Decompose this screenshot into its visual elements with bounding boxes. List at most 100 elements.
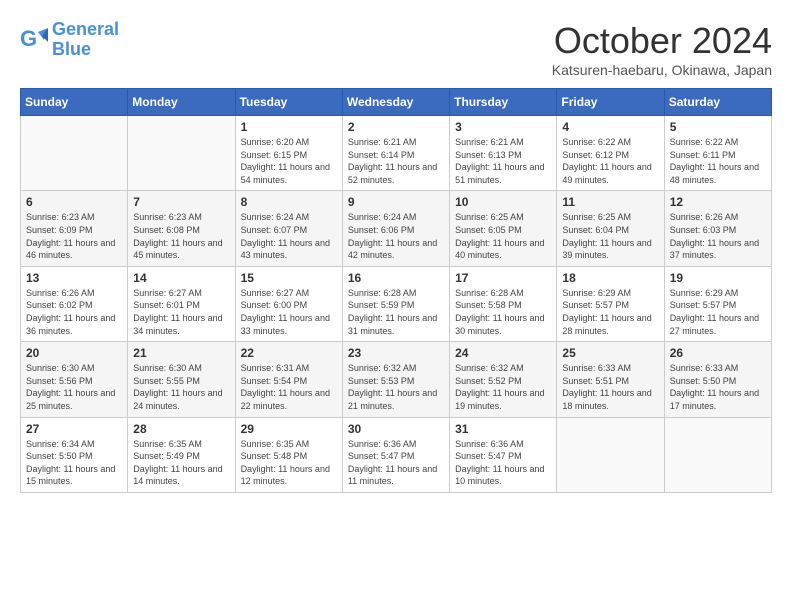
week-row-3: 13 Sunrise: 6:26 AM Sunset: 6:02 PM Dayli… (21, 266, 772, 341)
calendar-cell: 30Sunrise: 6:36 AM Sunset: 5:47 PM Dayli… (342, 417, 449, 492)
day-number: 8 (241, 195, 337, 209)
calendar-cell: 13 Sunrise: 6:26 AM Sunset: 6:02 PM Dayli… (21, 266, 128, 341)
calendar-cell (557, 417, 664, 492)
day-info: Sunrise: 6:29 AM Sunset: 5:57 PM Dayligh… (670, 287, 766, 337)
day-number: 13 (26, 271, 122, 285)
calendar-cell: 27Sunrise: 6:34 AM Sunset: 5:50 PM Dayli… (21, 417, 128, 492)
day-info: Sunrise: 6:23 AM Sunset: 6:09 PM Dayligh… (26, 211, 122, 261)
calendar-cell: 17Sunrise: 6:28 AM Sunset: 5:58 PM Dayli… (450, 266, 557, 341)
calendar-cell: 9 Sunrise: 6:24 AM Sunset: 6:06 PM Daylig… (342, 191, 449, 266)
calendar-cell: 2Sunrise: 6:21 AM Sunset: 6:14 PM Daylig… (342, 116, 449, 191)
day-number: 5 (670, 120, 766, 134)
day-info: Sunrise: 6:23 AM Sunset: 6:08 PM Dayligh… (133, 211, 229, 261)
column-header-thursday: Thursday (450, 89, 557, 116)
calendar-cell: 31Sunrise: 6:36 AM Sunset: 5:47 PM Dayli… (450, 417, 557, 492)
day-number: 15 (241, 271, 337, 285)
day-info: Sunrise: 6:28 AM Sunset: 5:59 PM Dayligh… (348, 287, 444, 337)
day-number: 9 (348, 195, 444, 209)
day-info: Sunrise: 6:33 AM Sunset: 5:51 PM Dayligh… (562, 362, 658, 412)
day-number: 29 (241, 422, 337, 436)
column-header-friday: Friday (557, 89, 664, 116)
calendar-cell: 15 Sunrise: 6:27 AM Sunset: 6:00 PM Dayli… (235, 266, 342, 341)
day-info: Sunrise: 6:30 AM Sunset: 5:55 PM Dayligh… (133, 362, 229, 412)
calendar-cell: 25 Sunrise: 6:33 AM Sunset: 5:51 PM Dayli… (557, 342, 664, 417)
column-header-tuesday: Tuesday (235, 89, 342, 116)
calendar-cell: 21 Sunrise: 6:30 AM Sunset: 5:55 PM Dayli… (128, 342, 235, 417)
calendar-cell: 11Sunrise: 6:25 AM Sunset: 6:04 PM Dayli… (557, 191, 664, 266)
calendar-cell: 16 Sunrise: 6:28 AM Sunset: 5:59 PM Dayli… (342, 266, 449, 341)
calendar-cell (664, 417, 771, 492)
calendar-cell: 19 Sunrise: 6:29 AM Sunset: 5:57 PM Dayli… (664, 266, 771, 341)
logo-text: General Blue (52, 20, 119, 60)
calendar-body: 1Sunrise: 6:20 AM Sunset: 6:15 PM Daylig… (21, 116, 772, 493)
day-info: Sunrise: 6:27 AM Sunset: 6:01 PM Dayligh… (133, 287, 229, 337)
day-number: 31 (455, 422, 551, 436)
week-row-1: 1Sunrise: 6:20 AM Sunset: 6:15 PM Daylig… (21, 116, 772, 191)
day-info: Sunrise: 6:24 AM Sunset: 6:06 PM Dayligh… (348, 211, 444, 261)
day-number: 2 (348, 120, 444, 134)
calendar-cell: 6 Sunrise: 6:23 AM Sunset: 6:09 PM Daylig… (21, 191, 128, 266)
day-number: 1 (241, 120, 337, 134)
day-number: 18 (562, 271, 658, 285)
calendar-table: SundayMondayTuesdayWednesdayThursdayFrid… (20, 88, 772, 493)
header-row: SundayMondayTuesdayWednesdayThursdayFrid… (21, 89, 772, 116)
day-info: Sunrise: 6:35 AM Sunset: 5:48 PM Dayligh… (241, 438, 337, 488)
day-number: 21 (133, 346, 229, 360)
day-number: 25 (562, 346, 658, 360)
day-info: Sunrise: 6:21 AM Sunset: 6:13 PM Dayligh… (455, 136, 551, 186)
day-number: 10 (455, 195, 551, 209)
logo-icon: G (20, 26, 48, 54)
calendar-cell: 3 Sunrise: 6:21 AM Sunset: 6:13 PM Daylig… (450, 116, 557, 191)
calendar-cell: 20Sunrise: 6:30 AM Sunset: 5:56 PM Dayli… (21, 342, 128, 417)
day-number: 3 (455, 120, 551, 134)
column-header-saturday: Saturday (664, 89, 771, 116)
day-number: 30 (348, 422, 444, 436)
day-info: Sunrise: 6:26 AM Sunset: 6:02 PM Dayligh… (26, 287, 122, 337)
column-header-sunday: Sunday (21, 89, 128, 116)
day-number: 27 (26, 422, 122, 436)
day-number: 17 (455, 271, 551, 285)
day-info: Sunrise: 6:29 AM Sunset: 5:57 PM Dayligh… (562, 287, 658, 337)
day-info: Sunrise: 6:35 AM Sunset: 5:49 PM Dayligh… (133, 438, 229, 488)
calendar-cell: 22 Sunrise: 6:31 AM Sunset: 5:54 PM Dayli… (235, 342, 342, 417)
title-block: October 2024 Katsuren-haebaru, Okinawa, … (552, 20, 772, 78)
week-row-5: 27Sunrise: 6:34 AM Sunset: 5:50 PM Dayli… (21, 417, 772, 492)
calendar-cell (128, 116, 235, 191)
day-info: Sunrise: 6:25 AM Sunset: 6:04 PM Dayligh… (562, 211, 658, 261)
calendar-cell: 10 Sunrise: 6:25 AM Sunset: 6:05 PM Dayli… (450, 191, 557, 266)
calendar-cell: 4 Sunrise: 6:22 AM Sunset: 6:12 PM Daylig… (557, 116, 664, 191)
calendar-cell: 1Sunrise: 6:20 AM Sunset: 6:15 PM Daylig… (235, 116, 342, 191)
day-number: 19 (670, 271, 766, 285)
week-row-2: 6 Sunrise: 6:23 AM Sunset: 6:09 PM Daylig… (21, 191, 772, 266)
day-number: 16 (348, 271, 444, 285)
day-number: 20 (26, 346, 122, 360)
day-info: Sunrise: 6:25 AM Sunset: 6:05 PM Dayligh… (455, 211, 551, 261)
day-number: 4 (562, 120, 658, 134)
day-number: 12 (670, 195, 766, 209)
calendar-cell: 8Sunrise: 6:24 AM Sunset: 6:07 PM Daylig… (235, 191, 342, 266)
calendar-cell: 5Sunrise: 6:22 AM Sunset: 6:11 PM Daylig… (664, 116, 771, 191)
day-info: Sunrise: 6:22 AM Sunset: 6:12 PM Dayligh… (562, 136, 658, 186)
calendar-cell: 26 Sunrise: 6:33 AM Sunset: 5:50 PM Dayli… (664, 342, 771, 417)
location: Katsuren-haebaru, Okinawa, Japan (552, 62, 772, 78)
day-number: 14 (133, 271, 229, 285)
day-number: 7 (133, 195, 229, 209)
logo: G General Blue (20, 20, 119, 60)
svg-text:G: G (20, 26, 37, 51)
column-header-monday: Monday (128, 89, 235, 116)
page-header: G General Blue October 2024 Katsuren-hae… (20, 20, 772, 78)
day-info: Sunrise: 6:31 AM Sunset: 5:54 PM Dayligh… (241, 362, 337, 412)
day-number: 24 (455, 346, 551, 360)
day-info: Sunrise: 6:33 AM Sunset: 5:50 PM Dayligh… (670, 362, 766, 412)
day-number: 6 (26, 195, 122, 209)
calendar-cell: 24 Sunrise: 6:32 AM Sunset: 5:52 PM Dayli… (450, 342, 557, 417)
calendar-cell: 12Sunrise: 6:26 AM Sunset: 6:03 PM Dayli… (664, 191, 771, 266)
day-number: 22 (241, 346, 337, 360)
calendar-cell: 18 Sunrise: 6:29 AM Sunset: 5:57 PM Dayli… (557, 266, 664, 341)
day-info: Sunrise: 6:27 AM Sunset: 6:00 PM Dayligh… (241, 287, 337, 337)
calendar-cell: 29 Sunrise: 6:35 AM Sunset: 5:48 PM Dayli… (235, 417, 342, 492)
day-number: 28 (133, 422, 229, 436)
calendar-header: SundayMondayTuesdayWednesdayThursdayFrid… (21, 89, 772, 116)
day-number: 26 (670, 346, 766, 360)
day-info: Sunrise: 6:32 AM Sunset: 5:52 PM Dayligh… (455, 362, 551, 412)
